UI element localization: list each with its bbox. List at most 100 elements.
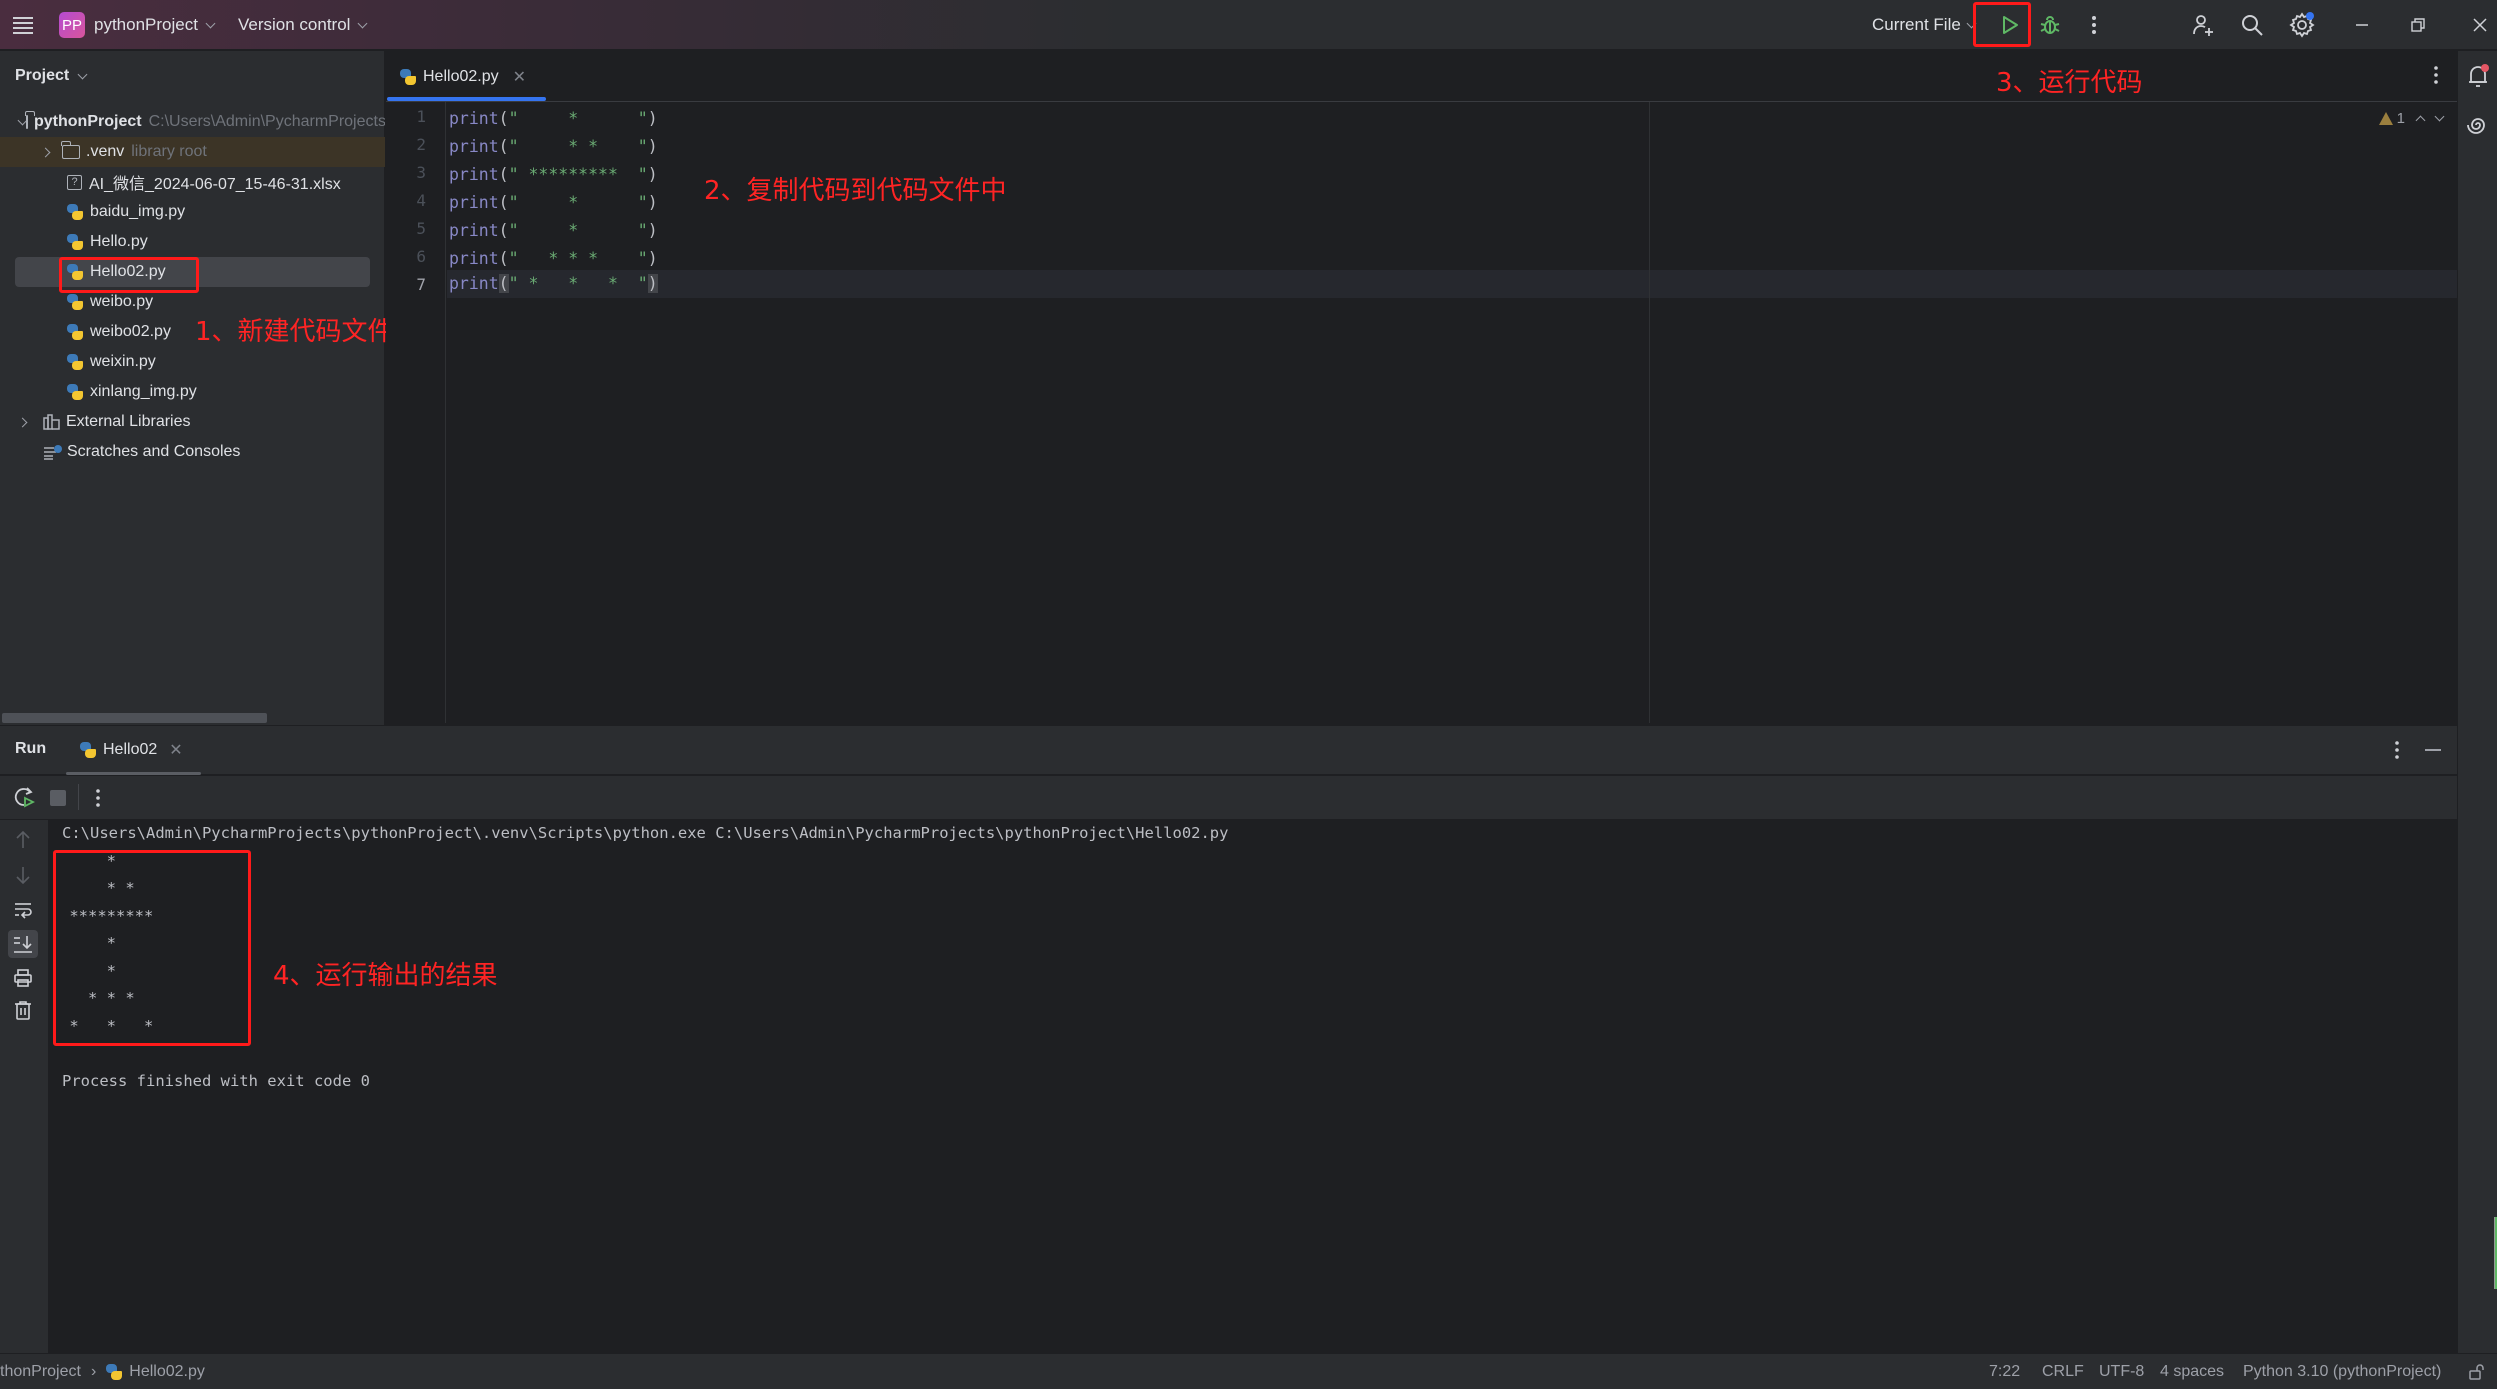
- read-only-toggle[interactable]: [2469, 1354, 2485, 1389]
- tree-item-weixin[interactable]: weixin.py: [0, 347, 385, 377]
- unlock-icon: [2469, 1364, 2484, 1380]
- search-everywhere-button[interactable]: [2236, 9, 2268, 41]
- code-string: " * ": [508, 221, 648, 240]
- indent-setting[interactable]: 4 spaces: [2160, 1354, 2224, 1389]
- folder-icon: [61, 141, 80, 159]
- run-config-selector[interactable]: Current File: [1872, 0, 1977, 50]
- tree-root-pythonproject[interactable]: pythonProject C:\Users\Admin\PycharmProj…: [0, 107, 385, 137]
- python-file-icon: [80, 742, 96, 758]
- file-encoding[interactable]: UTF-8: [2099, 1354, 2144, 1389]
- code-function: print: [449, 109, 499, 128]
- tree-item-hello[interactable]: Hello.py: [0, 227, 385, 257]
- code-function: print: [449, 165, 499, 184]
- run-tab-indicator: [66, 772, 201, 775]
- debug-button[interactable]: [2034, 9, 2066, 41]
- project-view-selector[interactable]: Project: [15, 67, 88, 85]
- stop-button[interactable]: [50, 790, 66, 806]
- rerun-button[interactable]: [13, 786, 36, 813]
- settings-button[interactable]: [2286, 9, 2318, 41]
- code-line: print(" * "): [449, 217, 658, 245]
- code-string: " ********* ": [508, 165, 648, 184]
- run-panel-options-button[interactable]: [2394, 740, 2400, 765]
- previous-problem-icon[interactable]: [2415, 115, 2426, 126]
- tree-item-xinlang-img[interactable]: xinlang_img.py: [0, 377, 385, 407]
- tab-hello02[interactable]: Hello02.py ✕: [400, 51, 526, 102]
- tree-item-baidu-img[interactable]: baidu_img.py: [0, 197, 385, 227]
- version-control-label: Version control: [238, 15, 351, 34]
- project-selector[interactable]: PP pythonProject: [59, 0, 216, 50]
- tree-item-label: Scratches and Consoles: [67, 443, 241, 460]
- caret-position[interactable]: 7:22: [1989, 1354, 2020, 1389]
- clear-all-button[interactable]: [14, 1000, 32, 1025]
- chevron-down-icon: [358, 18, 368, 28]
- code-paren: (: [498, 109, 509, 128]
- python-interpreter[interactable]: Python 3.10 (pythonProject): [2243, 1354, 2441, 1389]
- run-tab-label: Hello02: [103, 741, 158, 758]
- tree-item-xlsx[interactable]: ? AI_微信_2024-06-07_15-46-31.xlsx: [0, 167, 385, 197]
- tree-root-path: C:\Users\Admin\PycharmProjects\pythonPro…: [148, 113, 385, 130]
- minimize-window-button[interactable]: [2346, 9, 2378, 41]
- close-run-tab-icon[interactable]: ✕: [169, 740, 182, 760]
- annotation-box-output: [53, 850, 251, 1046]
- python-file-icon: [67, 204, 83, 220]
- project-horizontal-scrollbar[interactable]: [2, 713, 267, 723]
- scroll-down-button[interactable]: [14, 865, 32, 890]
- tree-item-venv[interactable]: .venv library root: [0, 137, 385, 167]
- line-number: 2: [416, 135, 426, 154]
- hide-run-panel-button[interactable]: [2424, 741, 2442, 764]
- breadcrumb-project[interactable]: thonProject: [0, 1363, 81, 1381]
- tree-item-scratches[interactable]: Scratches and Consoles: [0, 437, 385, 467]
- ai-assistant-button[interactable]: [2466, 113, 2490, 142]
- console-exit-message: Process finished with exit code 0: [62, 1072, 370, 1090]
- more-actions-button[interactable]: [2078, 9, 2110, 41]
- scroll-up-button[interactable]: [14, 830, 32, 855]
- breadcrumb-file[interactable]: Hello02.py: [129, 1363, 205, 1381]
- code-with-me-button[interactable]: [2187, 9, 2219, 41]
- code-paren: ): [647, 249, 658, 268]
- close-tab-icon[interactable]: ✕: [513, 67, 526, 87]
- run-panel-title: Run: [15, 740, 47, 757]
- printer-icon: [14, 969, 32, 987]
- more-vertical-icon: [96, 789, 100, 807]
- code-line-current: print(" * * * "): [449, 270, 658, 298]
- run-tab-hello02[interactable]: Hello02 ✕: [80, 726, 183, 774]
- tree-item-external-libraries[interactable]: External Libraries: [0, 407, 385, 437]
- code-paren: ): [647, 137, 658, 156]
- code-paren-matched: ): [647, 274, 658, 293]
- code-line: print(" * * * "): [449, 245, 658, 273]
- python-file-icon: [67, 324, 83, 340]
- chevron-right-icon: [17, 417, 28, 427]
- restore-window-button[interactable]: [2402, 9, 2434, 41]
- python-file-icon: [67, 354, 83, 370]
- soft-wrap-button[interactable]: [13, 900, 33, 925]
- scratches-icon: [44, 445, 62, 460]
- tree-item-label: Hello.py: [90, 233, 148, 250]
- main-menu-button[interactable]: [12, 0, 34, 50]
- next-problem-icon[interactable]: [2434, 111, 2445, 122]
- code-paren: ): [647, 193, 658, 212]
- tree-item-label: AI_微信_2024-06-07_15-46-31.xlsx: [89, 176, 341, 193]
- inspection-widget[interactable]: 1: [2378, 110, 2445, 127]
- close-window-button[interactable]: [2464, 9, 2496, 41]
- code-string: " * ": [508, 193, 648, 212]
- code-line: print(" * "): [449, 105, 658, 133]
- version-control-menu[interactable]: Version control: [238, 0, 368, 50]
- print-button[interactable]: [13, 968, 33, 993]
- scroll-to-end-button[interactable]: [8, 930, 38, 958]
- editor-tabs-menu-button[interactable]: [2433, 65, 2439, 90]
- notifications-button[interactable]: [2466, 63, 2490, 94]
- project-tool-window: Project pythonProject C:\Users\Admin\Pyc…: [0, 51, 394, 725]
- title-bar: PP pythonProject Version control Current…: [0, 0, 2497, 50]
- code-editor[interactable]: 1 2 3 4 5 6 7 print(" * ") print(" * * "…: [386, 102, 2457, 723]
- line-number: 4: [416, 191, 426, 210]
- line-number: 6: [416, 247, 426, 266]
- annotation-step3: 3、运行代码: [1996, 68, 2143, 98]
- code-paren: (: [498, 249, 509, 268]
- more-vertical-icon: [2395, 741, 2399, 759]
- project-panel-title: Project: [15, 67, 70, 84]
- run-toolbar-more-button[interactable]: [95, 788, 101, 813]
- minimize-icon: [2425, 749, 2441, 751]
- code-paren-matched: (: [498, 274, 509, 293]
- line-separator[interactable]: CRLF: [2042, 1354, 2084, 1389]
- run-console-output[interactable]: C:\Users\Admin\PycharmProjects\pythonPro…: [48, 820, 2457, 1353]
